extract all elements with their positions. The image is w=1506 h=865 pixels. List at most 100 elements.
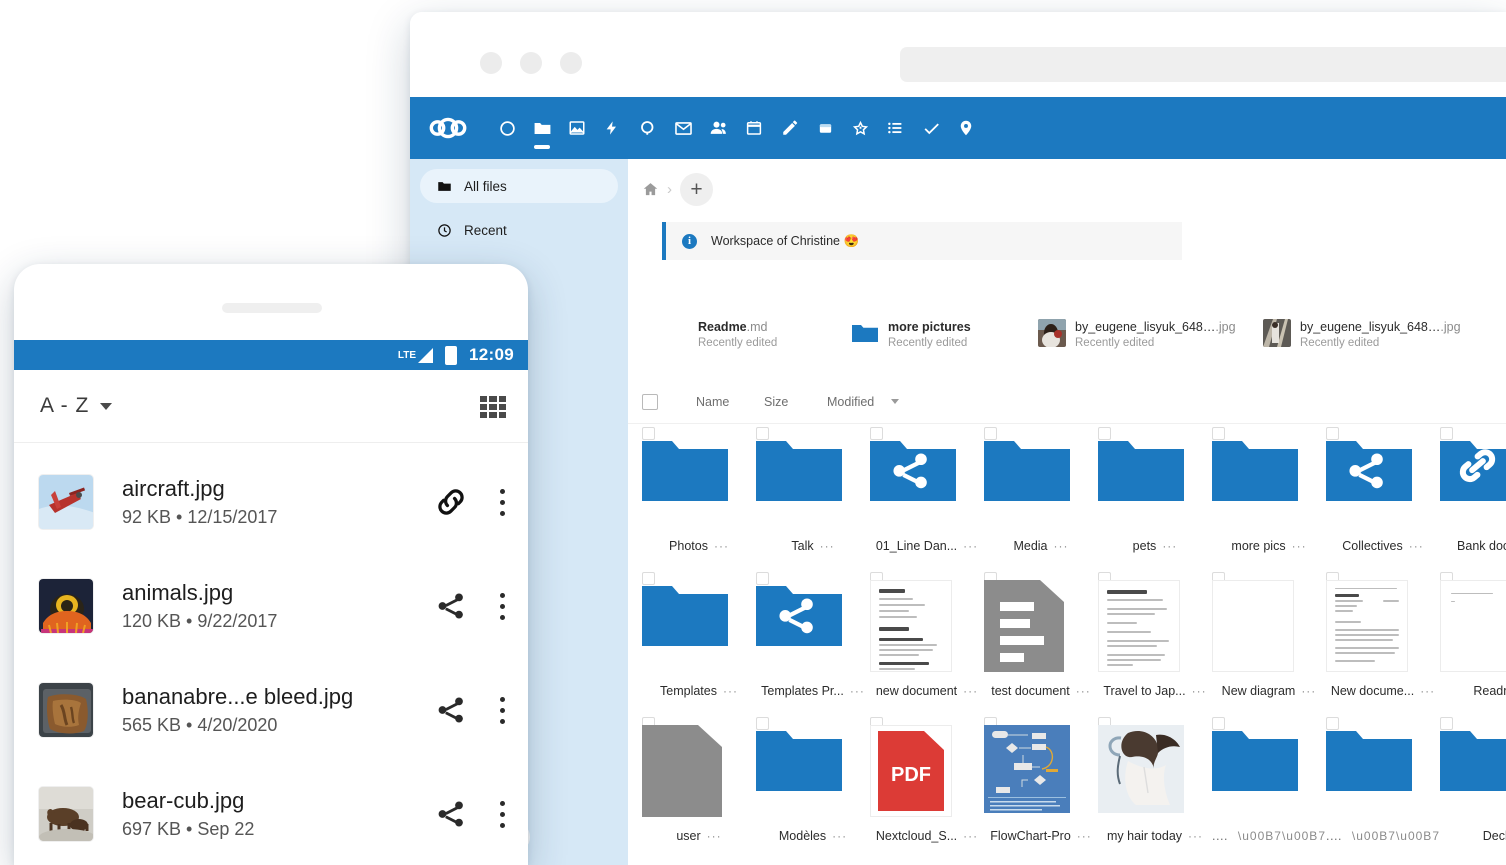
tile-label: Bank docum... xyxy=(1457,539,1506,553)
nav-item-activity[interactable] xyxy=(597,113,627,143)
file-meta: 697 KB • Sep 22 xyxy=(122,819,255,840)
tile-label: Photos ··· xyxy=(669,539,729,553)
list-item[interactable]: aircraft.jpg 92 KB • 12/15/2017 xyxy=(14,450,528,554)
file-meta: 565 KB • 4/20/2020 xyxy=(122,715,278,736)
recent-item[interactable]: by_eugene_lisyuk_648….jpg Recently edite… xyxy=(1038,319,1236,351)
tile-overflow-menu[interactable]: ··· xyxy=(1409,540,1424,552)
generic-file-icon xyxy=(642,725,756,821)
chevron-down-icon[interactable] xyxy=(891,399,899,404)
phone-speaker xyxy=(222,303,322,313)
pdf-file-icon: PDF xyxy=(870,725,984,821)
nav-item-tasks[interactable] xyxy=(916,113,946,143)
home-icon[interactable] xyxy=(642,181,659,198)
tile-label: New diagram ··· xyxy=(1221,684,1317,698)
tile-overflow-menu[interactable]: \u00B7\u00B7 xyxy=(1238,830,1326,842)
sidebar-item-all-files[interactable]: All files xyxy=(420,169,618,203)
recent-item[interactable]: more pictures Recently edited xyxy=(851,319,971,351)
tile-overflow-menu[interactable]: ··· xyxy=(963,685,978,697)
nav-item-search[interactable] xyxy=(633,113,663,143)
address-bar-input[interactable] xyxy=(900,47,1506,82)
share-icon[interactable] xyxy=(426,590,476,622)
file-thumbnail xyxy=(38,578,94,634)
text-file-icon xyxy=(984,580,1098,676)
window-close-button[interactable] xyxy=(480,52,502,74)
tile-overflow-menu[interactable]: ··· xyxy=(832,830,847,842)
folder-link-icon xyxy=(1440,435,1506,531)
nav-item-maps[interactable] xyxy=(951,113,981,143)
column-header-name[interactable]: Name xyxy=(696,395,729,409)
tile-overflow-menu[interactable]: ··· xyxy=(963,540,978,552)
tile-overflow-menu[interactable]: ··· xyxy=(1054,540,1069,552)
nav-item-calendar[interactable] xyxy=(739,113,769,143)
nav-item-collectives[interactable] xyxy=(845,113,875,143)
tile-overflow-menu[interactable]: ··· xyxy=(1420,685,1435,697)
list-item-text: aircraft.jpg 92 KB • 12/15/2017 xyxy=(122,476,426,528)
nav-item-files[interactable] xyxy=(527,113,557,149)
nextcloud-logo-icon[interactable] xyxy=(424,113,472,143)
folder-icon xyxy=(1098,435,1212,531)
tile-overflow-menu[interactable]: ··· xyxy=(1292,540,1307,552)
tile-overflow-menu[interactable]: ··· xyxy=(723,685,738,697)
nav-item-dashboard[interactable] xyxy=(492,113,522,143)
share-icon[interactable] xyxy=(426,798,476,830)
link-icon[interactable] xyxy=(426,485,476,519)
tile-overflow-menu[interactable]: ··· xyxy=(820,540,835,552)
recent-item[interactable]: Readme.md Recently edited xyxy=(698,319,777,351)
kebab-menu-icon[interactable] xyxy=(476,696,528,724)
tile-overflow-menu[interactable]: ··· xyxy=(850,685,865,697)
tile-overflow-menu[interactable]: \u00B7\u00B7 xyxy=(1352,830,1440,842)
share-icon[interactable] xyxy=(426,694,476,726)
recent-item[interactable]: by_eugene_lisyuk_648….jpg Recently edite… xyxy=(1263,319,1461,351)
folder-shared-icon xyxy=(870,435,984,531)
document-thumbnail xyxy=(1098,580,1212,676)
sidebar-item-label: Recent xyxy=(464,222,507,238)
tile-overflow-menu[interactable]: ··· xyxy=(1076,685,1091,697)
kebab-menu-icon[interactable] xyxy=(476,800,528,828)
tile-overflow-menu[interactable]: ··· xyxy=(714,540,729,552)
tile-overflow-menu[interactable]: ··· xyxy=(1162,540,1177,552)
nav-item-tables[interactable] xyxy=(880,113,910,143)
select-all-checkbox[interactable] xyxy=(642,394,658,410)
tile-overflow-menu[interactable]: ··· xyxy=(963,830,978,842)
list-item[interactable]: bananabre...e bleed.jpg 565 KB • 4/20/20… xyxy=(14,658,528,762)
list-item[interactable]: bear-cub.jpg 697 KB • Sep 22 xyxy=(14,762,528,865)
tile-label: Templates ··· xyxy=(660,684,738,698)
nav-item-notes[interactable] xyxy=(775,113,805,143)
file-thumbnail xyxy=(38,474,94,530)
tile-label: Deck xyxy=(1482,829,1506,843)
new-file-button[interactable]: + xyxy=(680,172,713,206)
folder-icon xyxy=(1212,435,1326,531)
document-thumbnail xyxy=(870,580,984,676)
kebab-menu-icon[interactable] xyxy=(476,488,528,516)
nav-item-contacts[interactable] xyxy=(704,113,734,143)
nav-item-mail[interactable] xyxy=(668,113,698,143)
tile-overflow-menu[interactable]: ··· xyxy=(1077,830,1092,842)
tile-overflow-menu[interactable]: ··· xyxy=(707,830,722,842)
column-header-modified[interactable]: Modified xyxy=(827,395,874,409)
svg-text:PDF: PDF xyxy=(891,764,931,786)
tile-overflow-menu[interactable]: ··· xyxy=(1192,685,1207,697)
workspace-description-banner: i Workspace of Christine 😍 xyxy=(662,222,1182,260)
sidebar-item-recent[interactable]: Recent xyxy=(420,213,618,247)
info-icon: i xyxy=(682,233,697,249)
chevron-down-icon[interactable] xyxy=(100,402,113,410)
window-maximize-button[interactable] xyxy=(560,52,582,74)
folder-icon xyxy=(851,319,879,347)
column-header-size[interactable]: Size xyxy=(764,395,788,409)
status-clock: 12:09 xyxy=(469,345,514,364)
tile-label: Nextcloud_S... ··· xyxy=(875,829,979,843)
list-item[interactable]: animals.jpg 120 KB • 9/22/2017 xyxy=(14,554,528,658)
grid-view-icon[interactable] xyxy=(480,396,506,418)
mobile-phone-window: LTE 12:09 A - Z aircraft.jpg 92 KB • 12/… xyxy=(14,264,528,865)
document-thumbnail xyxy=(1440,580,1506,676)
sort-order-button[interactable]: A - Z xyxy=(40,394,89,418)
kebab-menu-icon[interactable] xyxy=(476,592,528,620)
tile-label: Modèles ··· xyxy=(778,829,848,843)
window-minimize-button[interactable] xyxy=(520,52,542,74)
tile-overflow-menu[interactable]: ··· xyxy=(1188,830,1203,842)
folder-icon xyxy=(756,725,870,821)
nav-item-photos[interactable] xyxy=(562,113,592,143)
folder-icon xyxy=(642,580,756,676)
nav-item-deck[interactable] xyxy=(810,113,840,143)
tile-overflow-menu[interactable]: ··· xyxy=(1301,685,1316,697)
